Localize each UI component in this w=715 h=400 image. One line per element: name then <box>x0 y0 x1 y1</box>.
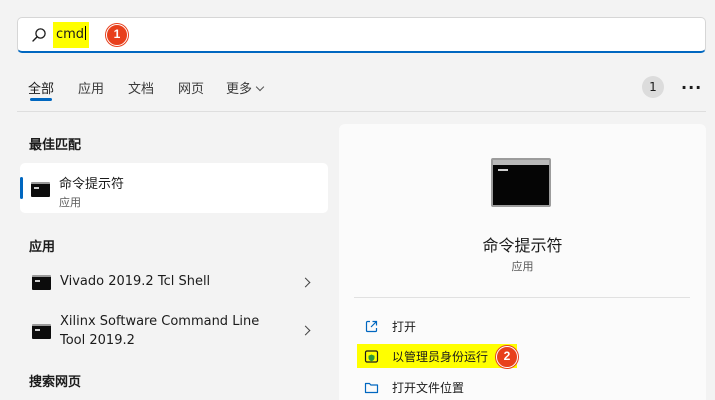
app-result-xilinx[interactable]: Xilinx Software Command Line Tool 2019.2 <box>20 306 328 354</box>
step-callout-2: 2 <box>496 346 518 368</box>
folder-icon <box>364 382 379 394</box>
active-tab-indicator <box>30 98 52 101</box>
app-result-name: Vivado 2019.2 Tcl Shell <box>60 274 211 289</box>
console-app-icon <box>32 324 51 339</box>
step-callout-1: 1 <box>106 24 128 46</box>
text-caret <box>85 26 87 40</box>
search-web-heading: 搜索网页 <box>29 375 82 390</box>
tab-more[interactable]: 更多 <box>226 78 265 97</box>
rewards-count-badge[interactable]: 1 <box>642 76 664 98</box>
more-options-icon[interactable]: ··· <box>681 78 702 97</box>
action-open-file-location[interactable]: 打开文件位置 <box>362 377 562 399</box>
header-divider <box>17 111 706 112</box>
console-app-icon <box>32 275 51 290</box>
tab-all-label: 全部 <box>28 82 55 97</box>
command-prompt-icon <box>31 182 50 197</box>
search-input-text: cmd <box>56 27 85 42</box>
chevron-down-icon <box>255 82 265 92</box>
app-result-vivado[interactable]: Vivado 2019.2 Tcl Shell <box>20 262 328 302</box>
tab-documents[interactable]: 文档 <box>128 78 154 97</box>
chevron-right-icon[interactable] <box>300 277 311 288</box>
action-open[interactable]: 打开 <box>362 316 562 338</box>
command-prompt-large-icon <box>491 158 551 207</box>
app-result-name-line1: Xilinx Software Command Line <box>60 314 260 329</box>
search-input[interactable]: cmd <box>53 22 90 48</box>
preview-divider <box>354 297 690 298</box>
shield-admin-icon <box>364 350 379 363</box>
best-match-subtitle: 应用 <box>59 196 81 209</box>
preview-subtitle: 应用 <box>511 260 534 273</box>
preview-title: 命令提示符 <box>482 236 563 255</box>
app-result-name-line2: Tool 2019.2 <box>60 333 135 348</box>
chevron-right-icon[interactable] <box>300 325 311 336</box>
action-open-label: 打开 <box>392 320 417 334</box>
tab-all[interactable]: 全部 <box>28 78 55 101</box>
tab-web[interactable]: 网页 <box>178 78 204 97</box>
action-run-as-admin-label: 以管理员身份运行 <box>392 350 489 364</box>
best-match-heading: 最佳匹配 <box>29 138 82 153</box>
open-external-icon <box>365 320 378 333</box>
selection-indicator <box>20 177 23 199</box>
action-open-file-location-label: 打开文件位置 <box>392 381 465 395</box>
search-icon <box>32 28 46 42</box>
tab-more-label: 更多 <box>226 82 253 97</box>
preview-title-wrap: 命令提示符 <box>0 232 715 256</box>
best-match-title: 命令提示符 <box>59 177 125 192</box>
tab-apps[interactable]: 应用 <box>78 78 104 97</box>
